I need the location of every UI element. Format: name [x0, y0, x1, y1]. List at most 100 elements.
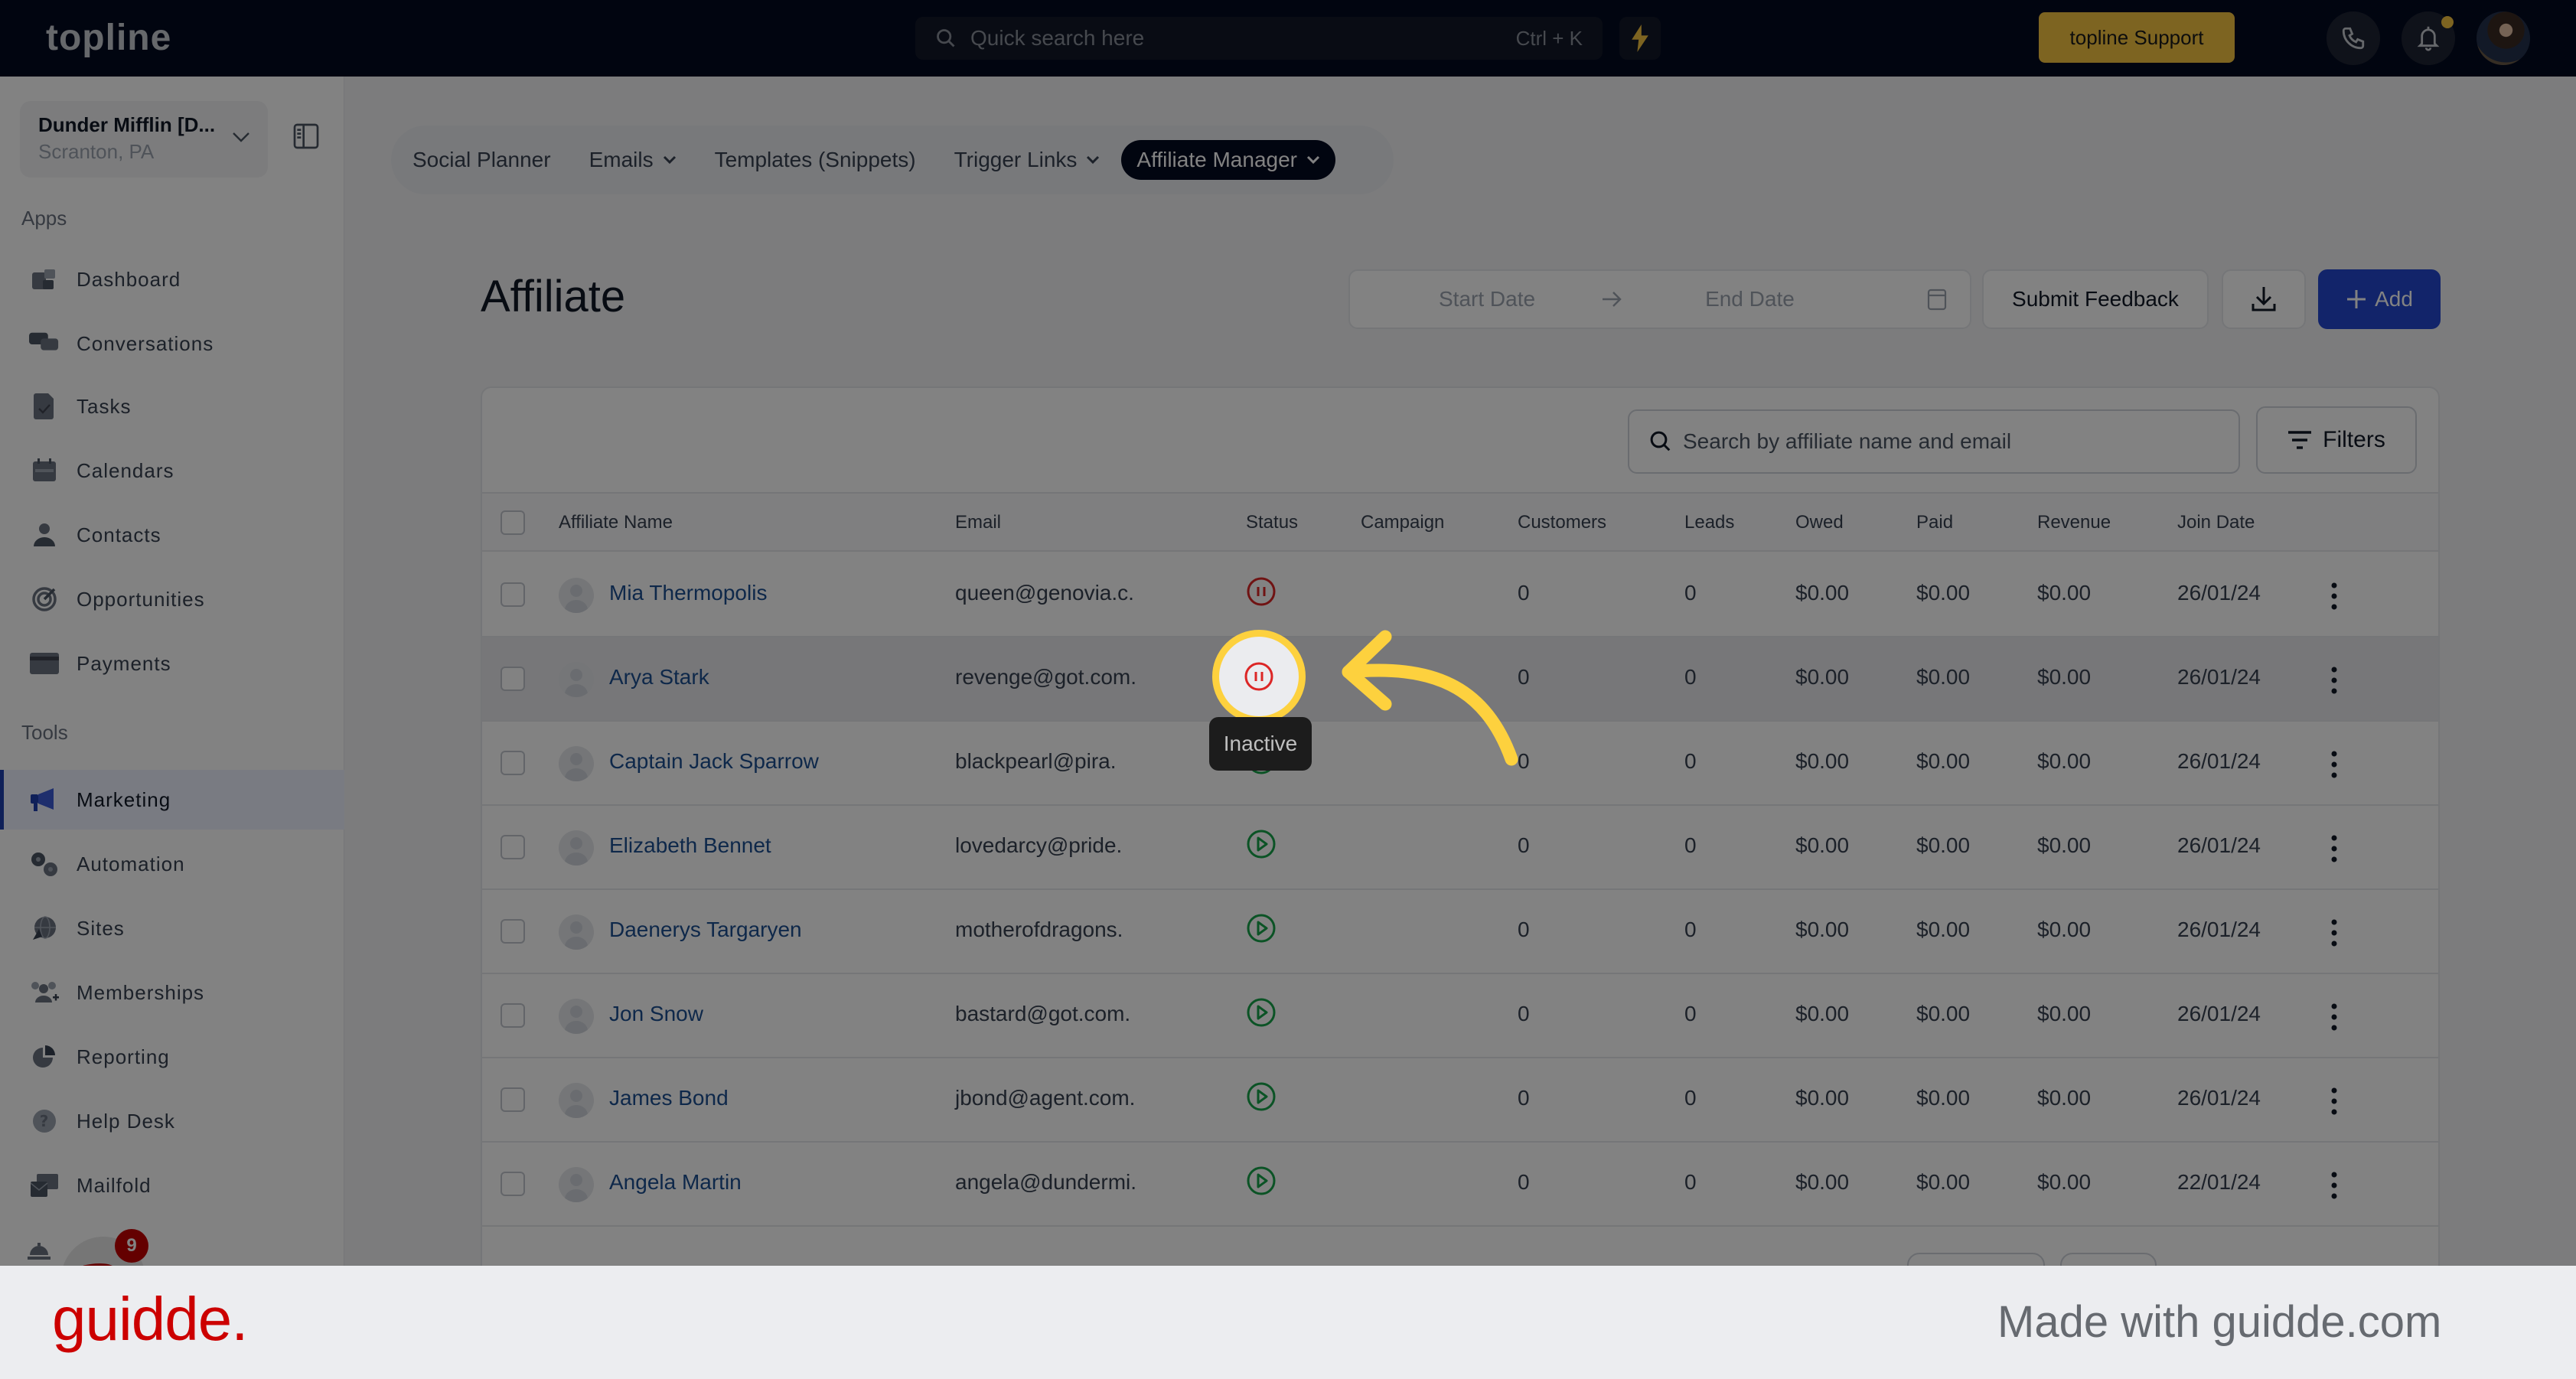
- sidebar-collapse-icon[interactable]: [291, 121, 321, 152]
- brand-logo[interactable]: topline: [46, 17, 171, 59]
- row-checkbox[interactable]: [501, 1003, 525, 1028]
- quick-search-input[interactable]: Quick search here Ctrl + K: [915, 17, 1603, 60]
- date-range-picker[interactable]: Start Date End Date: [1348, 269, 1971, 329]
- user-avatar[interactable]: [2477, 11, 2530, 65]
- row-actions-kebab-icon[interactable]: [2327, 833, 2342, 864]
- table-row[interactable]: Elizabeth Bennet lovedarcy@pride. 0 0 $0.00 $…: [482, 806, 2438, 890]
- filters-button[interactable]: Filters: [2256, 406, 2417, 474]
- play-circle-icon[interactable]: [1246, 997, 1277, 1028]
- submit-feedback-button[interactable]: Submit Feedback: [1982, 269, 2209, 329]
- tab-label: Social Planner: [412, 148, 551, 171]
- column-header-revenue[interactable]: Revenue: [2037, 512, 2111, 533]
- select-all-checkbox[interactable]: [501, 510, 525, 535]
- tab-templates[interactable]: Templates (Snippets): [715, 148, 916, 172]
- sidebar-item-opportunities[interactable]: Opportunities: [0, 569, 344, 629]
- table-row[interactable]: Jon Snow bastard@got.com. 0 0 $0.00 $0.00 $0.0…: [482, 974, 2438, 1058]
- column-header-paid[interactable]: Paid: [1916, 512, 1953, 533]
- row-actions-kebab-icon[interactable]: [2327, 1002, 2342, 1032]
- svg-text:?: ?: [40, 1112, 50, 1130]
- column-header-customers[interactable]: Customers: [1518, 512, 1606, 533]
- column-header-join-date[interactable]: Join Date: [2177, 512, 2255, 533]
- download-button[interactable]: [2222, 269, 2306, 329]
- sidebar-item-mailfold[interactable]: Mailfold: [0, 1156, 344, 1215]
- sidebar-item-sites[interactable]: Sites: [0, 898, 344, 958]
- affiliate-avatar: [559, 1083, 594, 1118]
- column-header-owed[interactable]: Owed: [1795, 512, 1844, 533]
- row-checkbox[interactable]: [501, 667, 525, 691]
- sidebar-item-marketing[interactable]: Marketing: [0, 770, 344, 830]
- sidebar-item-label: Sites: [77, 916, 125, 940]
- pie-chart-icon: [29, 1042, 60, 1072]
- quick-actions-button[interactable]: [1619, 17, 1661, 60]
- tab-label: Templates (Snippets): [714, 148, 916, 171]
- megaphone-icon: [29, 784, 60, 815]
- cell-join-date: 26/01/24: [2177, 749, 2261, 773]
- row-actions-kebab-icon[interactable]: [2327, 581, 2342, 611]
- affiliate-name-link[interactable]: Captain Jack Sparrow: [609, 749, 819, 774]
- row-actions-kebab-icon[interactable]: [2327, 918, 2342, 948]
- row-checkbox[interactable]: [501, 1087, 525, 1112]
- highlighted-status-icon[interactable]: [1212, 630, 1306, 723]
- chevron-down-icon: [233, 132, 249, 142]
- row-checkbox[interactable]: [501, 1172, 525, 1196]
- tab-emails[interactable]: Emails: [589, 148, 677, 172]
- column-header-campaign[interactable]: Campaign: [1361, 512, 1444, 533]
- page-title: Affiliate: [481, 272, 626, 321]
- row-checkbox[interactable]: [501, 751, 525, 775]
- affiliate-name-link[interactable]: Mia Thermopolis: [609, 581, 767, 605]
- sidebar-item-contacts[interactable]: Contacts: [0, 505, 344, 565]
- pause-circle-icon[interactable]: [1246, 576, 1277, 607]
- sidebar-item-dashboard[interactable]: Dashboard: [0, 249, 344, 309]
- cell-customers: 0: [1518, 1002, 1530, 1025]
- tab-social-planner[interactable]: Social Planner: [412, 148, 551, 172]
- table-row[interactable]: Daenerys Targaryen motherofdragons. 0 0 $0.0…: [482, 890, 2438, 974]
- play-circle-icon[interactable]: [1246, 829, 1277, 859]
- table-header: Affiliate Name Email Status Campaign Cus…: [482, 492, 2438, 552]
- service-bell-icon: [28, 1243, 51, 1260]
- row-checkbox[interactable]: [501, 582, 525, 607]
- sidebar-item-payments[interactable]: Payments: [0, 634, 344, 693]
- affiliate-name-link[interactable]: Angela Martin: [609, 1170, 742, 1195]
- row-checkbox[interactable]: [501, 919, 525, 944]
- sidebar-item-conversations[interactable]: Conversations: [0, 314, 344, 373]
- row-actions-kebab-icon[interactable]: [2327, 1170, 2342, 1201]
- end-date-placeholder: End Date: [1705, 287, 1795, 311]
- row-actions-kebab-icon[interactable]: [2327, 1086, 2342, 1117]
- tab-trigger-links[interactable]: Trigger Links: [954, 148, 1101, 172]
- sidebar-item-label: Payments: [77, 651, 171, 675]
- affiliate-name-link[interactable]: James Bond: [609, 1086, 729, 1110]
- sidebar-item-tasks[interactable]: Tasks: [0, 377, 344, 436]
- affiliate-name-link[interactable]: Arya Stark: [609, 665, 709, 690]
- row-checkbox[interactable]: [501, 835, 525, 859]
- column-header-email[interactable]: Email: [955, 512, 1001, 533]
- sidebar-item-label: Marketing: [77, 787, 171, 811]
- play-circle-icon[interactable]: [1246, 913, 1277, 944]
- affiliate-search-input[interactable]: Search by affiliate name and email: [1628, 409, 2240, 474]
- play-circle-icon[interactable]: [1246, 1081, 1277, 1112]
- table-row[interactable]: James Bond jbond@agent.com. 0 0 $0.00 $0.00 $0…: [482, 1058, 2438, 1143]
- affiliate-name-link[interactable]: Daenerys Targaryen: [609, 918, 802, 942]
- support-button[interactable]: topline Support: [2039, 12, 2235, 63]
- affiliate-name-link[interactable]: Jon Snow: [609, 1002, 703, 1026]
- cell-revenue: $0.00: [2037, 749, 2092, 773]
- affiliate-name-link[interactable]: Elizabeth Bennet: [609, 833, 771, 858]
- location-switcher[interactable]: Dunder Mifflin [D... Scranton, PA: [20, 101, 268, 178]
- play-circle-icon[interactable]: [1246, 1165, 1277, 1196]
- column-header-status[interactable]: Status: [1246, 512, 1298, 533]
- table-row[interactable]: Angela Martin angela@dundermi. 0 0 $0.00 $0.0…: [482, 1143, 2438, 1227]
- add-affiliate-button[interactable]: Add: [2318, 269, 2441, 329]
- tab-affiliate-manager[interactable]: Affiliate Manager: [1121, 140, 1335, 180]
- column-header-leads[interactable]: Leads: [1684, 512, 1734, 533]
- sidebar-item-memberships[interactable]: Memberships: [0, 963, 344, 1022]
- notifications-button[interactable]: [2402, 11, 2455, 65]
- sidebar-item-help-desk[interactable]: ? Help Desk: [0, 1091, 344, 1151]
- row-actions-kebab-icon[interactable]: [2327, 665, 2342, 696]
- sidebar-item-automation[interactable]: Automation: [0, 834, 344, 894]
- location-name: Dunder Mifflin [D...: [38, 113, 216, 136]
- table-row[interactable]: Mia Thermopolis queen@genovia.c. 0 0 $0.00 $0…: [482, 553, 2438, 637]
- sidebar-item-reporting[interactable]: Reporting: [0, 1027, 344, 1087]
- column-header-affiliate-name[interactable]: Affiliate Name: [559, 512, 673, 533]
- phone-button[interactable]: [2327, 11, 2380, 65]
- row-actions-kebab-icon[interactable]: [2327, 749, 2342, 780]
- sidebar-item-calendars[interactable]: Calendars: [0, 441, 344, 500]
